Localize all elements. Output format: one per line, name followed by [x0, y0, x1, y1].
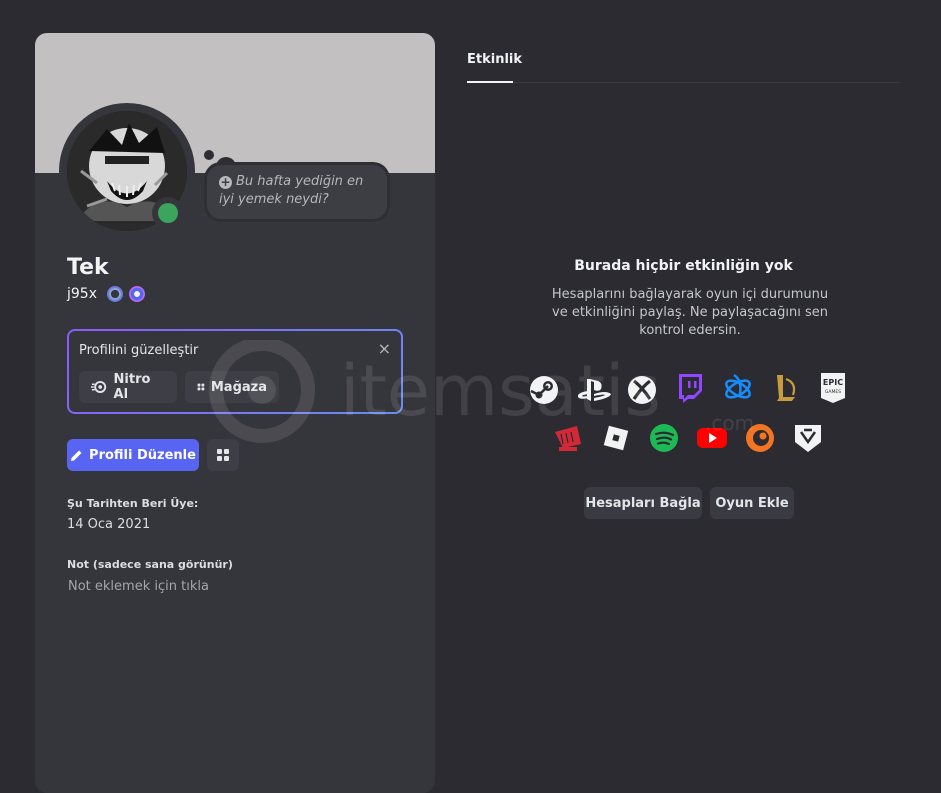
display-name: Tek [67, 255, 109, 280]
boost-badge-icon[interactable] [129, 286, 145, 302]
shop-icon [197, 383, 205, 391]
empty-description: Hesaplarını bağlayarak oyun içi durumunu… [551, 287, 829, 338]
nitro-button[interactable]: Nitro Al [79, 371, 177, 403]
shop-button[interactable]: Mağaza [185, 371, 279, 403]
nitro-badge-icon[interactable] [107, 286, 123, 302]
spotify-icon[interactable] [648, 422, 680, 454]
shop-icon-button[interactable] [207, 439, 239, 471]
member-since-value: 14 Oca 2021 [67, 517, 151, 532]
bubble-tail-small [204, 150, 214, 160]
svg-text:GAMES: GAMES [825, 389, 841, 395]
online-status-icon [152, 197, 184, 229]
note-input[interactable]: Not eklemek için tıkla [68, 579, 209, 594]
promo-title: Profilini güzelleştir [79, 343, 199, 358]
bungie-icon[interactable] [792, 422, 824, 454]
riot-icon[interactable] [552, 422, 584, 454]
note-label: Not (sadece sana görünür) [67, 558, 233, 571]
edit-profile-button[interactable]: Profili Düzenle [67, 439, 199, 471]
close-icon[interactable]: × [378, 339, 391, 358]
empty-title: Burada hiçbir etkinliğin yok [574, 258, 793, 274]
shop-icon [217, 449, 229, 461]
tab-activity[interactable]: Etkinlik [467, 52, 522, 67]
roblox-icon[interactable] [600, 422, 632, 454]
connect-accounts-button[interactable]: Hesapları Bağla [584, 487, 702, 519]
youtube-icon[interactable] [696, 422, 728, 454]
status-bubble-text: Bu hafta yediğin en iyi yemek neydi? [219, 174, 364, 207]
playstation-icon[interactable] [575, 374, 615, 406]
username-row: j95x [67, 286, 145, 302]
nitro-label: Nitro Al [113, 372, 151, 402]
add-status-icon: + [219, 175, 232, 189]
xbox-icon[interactable] [626, 374, 658, 406]
add-game-button[interactable]: Oyun Ekle [710, 487, 794, 519]
profile-card: + Bu hafta yediğin en iyi yemek neydi? Te… [35, 33, 435, 793]
battlenet-icon[interactable] [722, 372, 754, 404]
username: j95x [67, 286, 97, 302]
tab-active-indicator [467, 81, 513, 83]
nitro-icon [91, 381, 107, 393]
tab-divider [467, 82, 900, 83]
member-since-label: Şu Tarihten Beri Üye: [67, 497, 199, 510]
profile-promo-box: Profilini güzelleştir × Nitro Al Mağaza [67, 329, 403, 414]
twitch-icon[interactable] [674, 372, 706, 404]
svg-text:EPIC: EPIC [823, 378, 843, 387]
avatar[interactable] [59, 103, 195, 239]
epic-games-icon[interactable]: EPIC GAMES [817, 372, 849, 404]
steam-icon[interactable] [528, 374, 560, 406]
edit-profile-label: Profili Düzenle [89, 447, 196, 463]
league-icon[interactable] [770, 372, 802, 404]
crunchyroll-icon[interactable] [744, 422, 776, 454]
status-bubble[interactable]: + Bu hafta yediğin en iyi yemek neydi? [207, 165, 387, 219]
shop-label: Mağaza [210, 379, 267, 395]
pencil-icon [71, 450, 82, 461]
